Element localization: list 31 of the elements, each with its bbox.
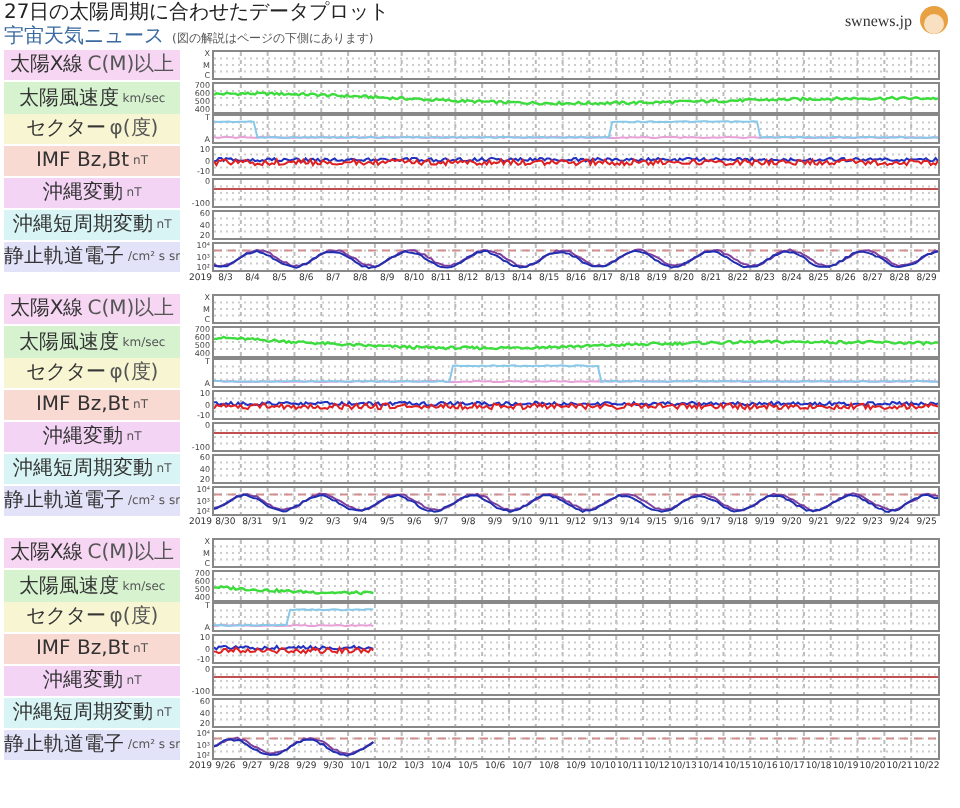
mascot-icon [916,2,952,38]
row-name: 静止軌道電子 [4,734,124,756]
row-unit: φ(度) [109,362,159,384]
row-name: IMF Bz,Bt [35,638,130,660]
site-name: 宇宙天気ニュース [4,26,164,48]
row-name: IMF Bz,Bt [35,150,130,172]
row-name: 太陽X線 [9,542,84,564]
row-name: 太陽風速度 [18,575,119,597]
row-name: セクター [25,606,106,628]
row-name: 静止軌道電子 [4,246,124,268]
row-name: 沖縄短周期変動 [12,458,153,480]
row-unit: C(M)以上 [87,54,175,76]
row-name: 沖縄短周期変動 [12,702,153,724]
row-name: 沖縄変動 [42,670,123,692]
row-name: 沖縄変動 [42,426,123,448]
row-name: セクター [25,362,106,384]
row-unit: φ(度) [109,118,159,140]
row-name: 沖縄変動 [42,182,123,204]
row-unit: φ(度) [109,606,159,628]
row-unit: C(M)以上 [87,298,175,320]
logo-text: swnews.jp [844,11,912,29]
row-name: IMF Bz,Bt [35,394,130,416]
row-name: セクター [25,118,106,140]
row-name: 太陽風速度 [18,331,119,353]
row-unit: C(M)以上 [87,542,175,564]
row-name: 沖縄短周期変動 [12,214,153,236]
row-name: 静止軌道電子 [4,490,124,512]
page-title: 27日の太陽周期に合わせたデータプロット [4,2,390,25]
row-name: 太陽X線 [9,54,84,76]
row-name: 太陽風速度 [18,87,119,109]
row-name: 太陽X線 [9,298,84,320]
